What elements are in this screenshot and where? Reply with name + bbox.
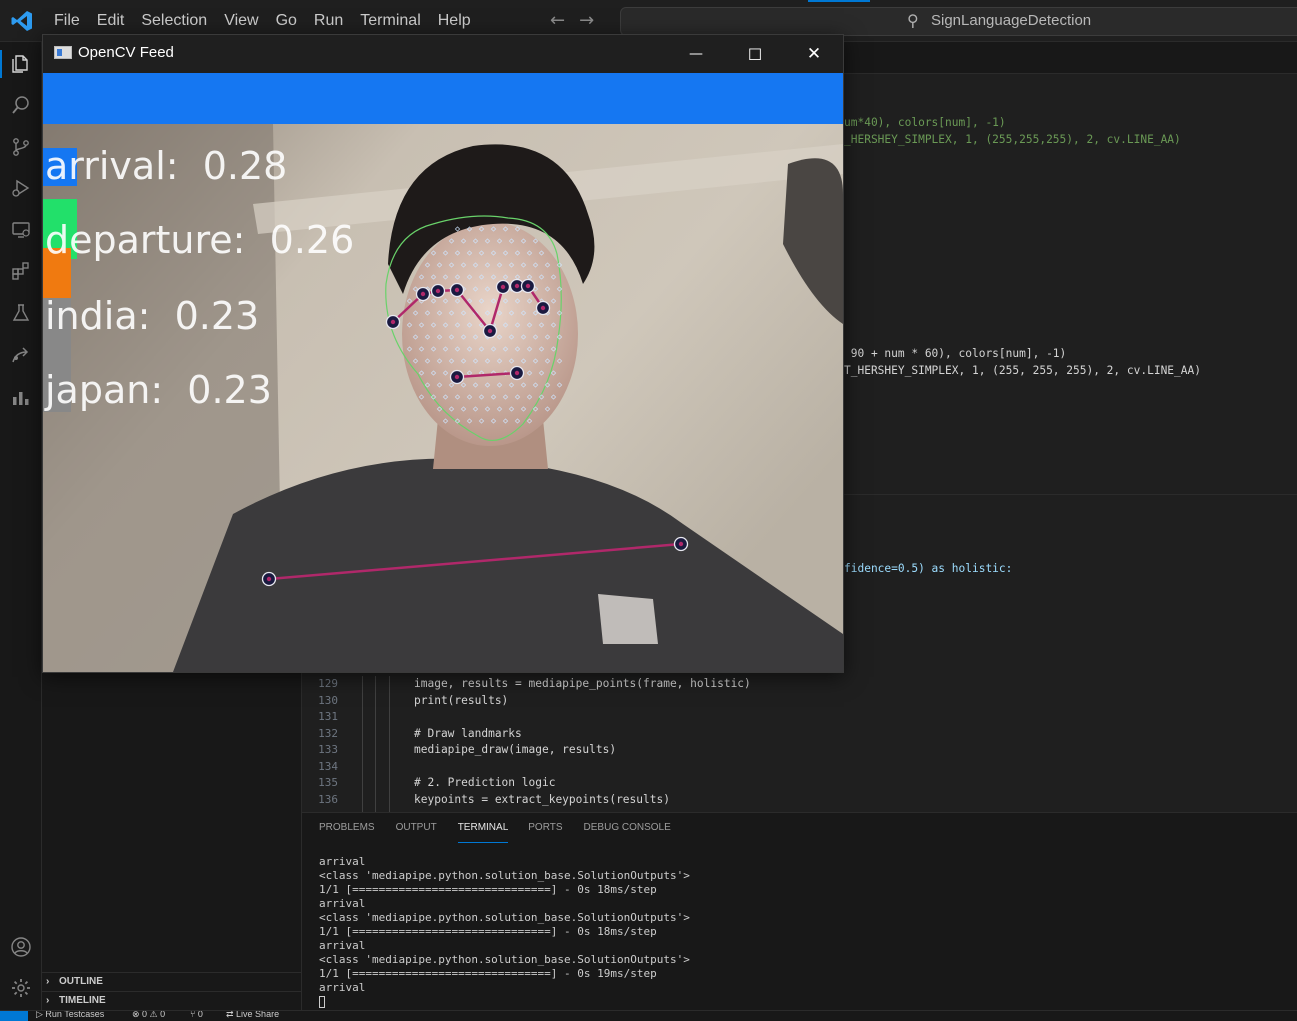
terminal-line: arrival	[319, 981, 366, 994]
tab-ports[interactable]: PORTS	[528, 821, 572, 843]
chevron-right-icon: ›	[46, 995, 50, 1006]
ports-indicator[interactable]: ⑂ 0	[190, 1011, 203, 1019]
bottom-panel: PROBLEMS OUTPUT TERMINAL PORTS DEBUG CON…	[302, 812, 1297, 1010]
vscode-logo-icon	[11, 11, 32, 31]
timeline-section[interactable]: › TIMELINE	[42, 991, 302, 1010]
line-number: 131	[318, 710, 338, 723]
camera-feed: arrival: 0.28 departure: 0.26 india: 0.2…	[43, 124, 843, 672]
outline-section[interactable]: › OUTLINE	[42, 972, 302, 991]
search-icon: ⚲	[907, 11, 919, 30]
editor-divider	[843, 494, 1297, 495]
terminal-line: arrival	[319, 855, 366, 868]
active-indicator	[0, 50, 2, 78]
settings-gear-icon[interactable]	[8, 975, 34, 1001]
terminal-line: 1/1 [==============================] - 0…	[319, 967, 657, 980]
code-lines[interactable]: image, results = mediapipe_points(frame,…	[414, 676, 751, 808]
line-number: 134	[318, 759, 338, 773]
terminal-prompt[interactable]	[319, 995, 690, 1009]
code-fragment[interactable]: fidence=0.5) as holistic:	[844, 561, 1012, 578]
chart-icon[interactable]	[8, 385, 34, 411]
line-number: 136	[318, 792, 338, 806]
extensions-icon[interactable]	[8, 258, 34, 284]
code-line-134[interactable]	[414, 759, 751, 776]
account-icon[interactable]	[8, 934, 34, 960]
remote-explorer-icon[interactable]	[8, 217, 34, 243]
terminal-line: <class 'mediapipe.python.solution_base.S…	[319, 911, 690, 924]
prediction-label-japan: japan: 0.23	[45, 368, 272, 412]
indent-guide	[389, 676, 390, 812]
line-number: 135	[318, 776, 338, 789]
code-line-129[interactable]: image, results = mediapipe_points(frame,…	[414, 676, 751, 693]
opencv-window[interactable]: OpenCV Feed — ☐ ✕ arrival: 0.28 departur…	[42, 34, 844, 673]
opencv-window-title: OpenCV Feed	[78, 44, 174, 61]
terminal-output[interactable]: arrival <class 'mediapipe.python.solutio…	[319, 855, 690, 1009]
forward-arrow-icon[interactable]: →	[579, 10, 594, 32]
terminal-line: arrival	[319, 939, 366, 952]
live-share-label: Live Share	[236, 1010, 280, 1019]
prediction-list: arrival: 0.28 departure: 0.26 india: 0.2…	[43, 124, 843, 672]
indent-guide	[375, 676, 376, 812]
outline-label: OUTLINE	[59, 976, 103, 987]
explorer-icon[interactable]	[8, 51, 34, 77]
tab-problems[interactable]: PROBLEMS	[319, 821, 385, 843]
code-fragment[interactable]: T_HERSHEY_SIMPLEX, 1, (255, 255, 255), 2…	[844, 363, 1201, 380]
testing-icon[interactable]	[8, 300, 34, 326]
opencv-title-bar[interactable]: OpenCV Feed — ☐ ✕	[43, 35, 843, 73]
close-button[interactable]: ✕	[785, 35, 843, 73]
run-debug-icon[interactable]	[8, 175, 34, 201]
prediction-label-india: india: 0.23	[45, 294, 260, 338]
line-numbers: 129 130 131 132 133 134 135 136	[302, 676, 342, 808]
timeline-label: TIMELINE	[59, 995, 106, 1006]
terminal-line: <class 'mediapipe.python.solution_base.S…	[319, 953, 690, 966]
source-control-icon[interactable]	[8, 134, 34, 160]
back-arrow-icon[interactable]: ←	[550, 10, 565, 32]
prediction-label-arrival: arrival: 0.28	[45, 144, 288, 188]
code-line-130[interactable]: print(results)	[414, 693, 751, 710]
status-bar: ▷ Run Testcases ⊗ 0 ⚠ 0 ⑂ 0 ⇄ Live Share	[0, 1010, 1297, 1021]
search-icon[interactable]	[8, 92, 34, 118]
terminal-line: <class 'mediapipe.python.solution_base.S…	[319, 869, 690, 882]
line-number: 132	[318, 726, 338, 740]
navigation-arrows: ← →	[550, 10, 594, 32]
problems-indicator[interactable]: ⊗ 0 ⚠ 0	[132, 1011, 165, 1020]
terminal-line: 1/1 [==============================] - 0…	[319, 883, 657, 896]
activity-bar	[0, 42, 42, 1010]
tab-terminal[interactable]: TERMINAL	[457, 821, 509, 843]
tab-debug-console[interactable]: DEBUG CONSOLE	[584, 821, 681, 843]
run-testcases-button[interactable]: ▷ Run Testcases	[36, 1010, 105, 1020]
code-fragment[interactable]: 90 + num * 60), colors[num], -1)	[844, 346, 1067, 363]
minimize-button[interactable]: —	[667, 35, 725, 73]
code-line-133[interactable]: mediapipe_draw(image, results)	[414, 742, 751, 759]
terminal-line: 1/1 [==============================] - 0…	[319, 925, 657, 938]
panel-tabs: PROBLEMS OUTPUT TERMINAL PORTS DEBUG CON…	[319, 821, 692, 843]
window-app-icon	[54, 46, 72, 59]
maximize-button[interactable]: ☐	[726, 35, 784, 73]
terminal-cursor	[319, 996, 325, 1008]
code-line-135[interactable]: # 2. Prediction logic	[414, 775, 751, 792]
code-line-136[interactable]: keypoints = extract_keypoints(results)	[414, 792, 751, 809]
workspace-name: SignLanguageDetection	[931, 12, 1092, 29]
code-line-131[interactable]	[414, 709, 751, 726]
code-fragment[interactable]: _HERSHEY_SIMPLEX, 1, (255,255,255), 2, c…	[844, 132, 1181, 149]
live-share-button[interactable]: ⇄ Live Share	[226, 1010, 280, 1020]
remote-indicator[interactable]	[0, 1011, 28, 1021]
line-number: 130	[318, 693, 338, 707]
line-number: 129	[318, 677, 338, 690]
code-fragment[interactable]: um*40), colors[num], -1)	[844, 115, 1006, 132]
prediction-label-departure: departure: 0.26	[45, 218, 355, 262]
chevron-right-icon: ›	[46, 976, 50, 987]
indent-guide	[362, 676, 363, 812]
code-line-132[interactable]: # Draw landmarks	[414, 726, 751, 743]
run-testcases-label: Run Testcases	[45, 1010, 105, 1019]
live-share-icon[interactable]	[8, 342, 34, 368]
tab-output[interactable]: OUTPUT	[396, 821, 447, 843]
line-number: 133	[318, 743, 338, 756]
accent-strip	[808, 0, 870, 2]
prediction-sentence-bar	[43, 73, 843, 124]
terminal-line: arrival	[319, 897, 366, 910]
command-center-search[interactable]: ⚲ SignLanguageDetection	[620, 7, 1297, 36]
